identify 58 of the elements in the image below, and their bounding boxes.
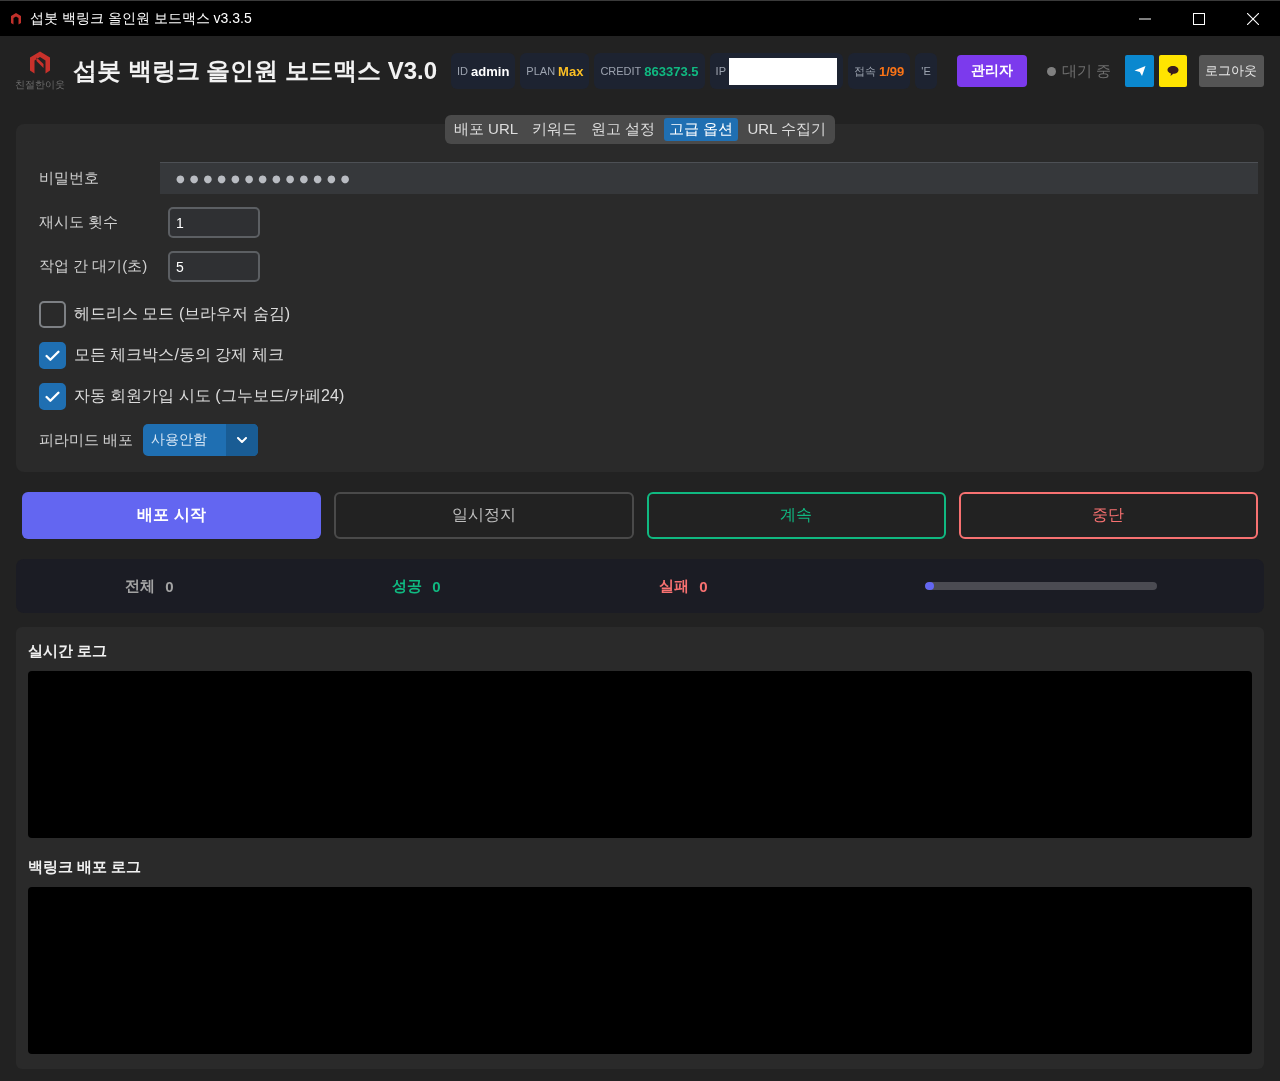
check-icon [45, 349, 60, 362]
close-icon [1247, 12, 1259, 25]
checkbox[interactable] [39, 383, 66, 410]
logo-caption: 친절한이웃 [15, 78, 65, 92]
stat-label: 성공 [392, 576, 423, 596]
stat-value: 0 [165, 577, 174, 595]
window-title: 섭봇 백링크 올인원 보드맥스 v3.3.5 [30, 9, 252, 28]
password-field[interactable]: ●●●●●●●●●●●●● [160, 162, 1258, 194]
badge-label: 'E [921, 65, 931, 77]
checkbox-label: 모든 체크박스/동의 강제 체크 [74, 345, 284, 365]
action-button[interactable]: 배포 시작 [22, 492, 322, 539]
field-label: 피라미드 배포 [39, 430, 134, 450]
badge-label: 접속 [854, 63, 876, 79]
log-title: 실시간 로그 [28, 641, 108, 661]
admin-button[interactable]: 관리자 [956, 55, 1028, 87]
chat-button[interactable] [1158, 55, 1187, 87]
field-label: 작업 간 대기(초) [39, 257, 149, 276]
paper-plane-icon [1133, 65, 1146, 77]
number-input[interactable]: 1 [168, 207, 260, 238]
status-text: 대기 중 [1062, 61, 1112, 81]
action-button[interactable]: 계속 [646, 492, 946, 539]
tab[interactable]: 키워드 [527, 118, 583, 141]
dropdown[interactable]: 사용안함 [143, 424, 259, 456]
speech-bubble-icon [1166, 65, 1179, 77]
action-button[interactable]: 중단 [958, 492, 1258, 539]
tab[interactable]: 고급 옵션 [664, 118, 739, 141]
tab[interactable]: 원고 설정 [586, 118, 661, 141]
badge-label: ID [457, 65, 469, 77]
stat-value: 0 [699, 577, 708, 595]
tab[interactable]: 배포 URL [448, 118, 524, 141]
badge-label: CREDIT [600, 65, 642, 77]
stat-label: 전체 [125, 576, 156, 596]
action-button[interactable]: 일시정지 [334, 492, 634, 539]
app-title: 섭봇 백링크 올인원 보드맥스 V3.0 [73, 56, 438, 86]
logo-icon [27, 50, 53, 76]
checkbox[interactable] [39, 342, 66, 369]
checkbox-label: 헤드리스 모드 (브라우저 숨김) [74, 304, 290, 324]
checkbox[interactable] [39, 301, 66, 328]
badge-value: Max [558, 63, 584, 79]
badge-value: 863373.5 [644, 63, 699, 79]
app-icon [8, 10, 24, 27]
tab[interactable]: URL 수집기 [742, 118, 832, 141]
badge-value: 1/99 [879, 63, 905, 79]
badge-label: IP [715, 65, 726, 77]
number-input[interactable]: 5 [168, 251, 260, 282]
logout-button[interactable]: 로그아웃 [1198, 55, 1264, 87]
check-icon [45, 390, 60, 403]
paper-plane-button[interactable] [1125, 55, 1154, 87]
badge-label: PLAN [526, 65, 556, 77]
field-label: 비밀번호 [39, 168, 100, 188]
log-title: 백링크 배포 로그 [28, 857, 142, 877]
badge-value: admin [471, 63, 510, 79]
stat-label: 실패 [659, 576, 690, 596]
maximize-icon [1193, 12, 1205, 25]
chevron-down-icon [237, 437, 248, 443]
checkbox-label: 자동 회원가입 시도 (그누보드/카페24) [74, 386, 345, 406]
stat-value: 0 [432, 577, 441, 595]
field-label: 재시도 횟수 [39, 213, 120, 232]
